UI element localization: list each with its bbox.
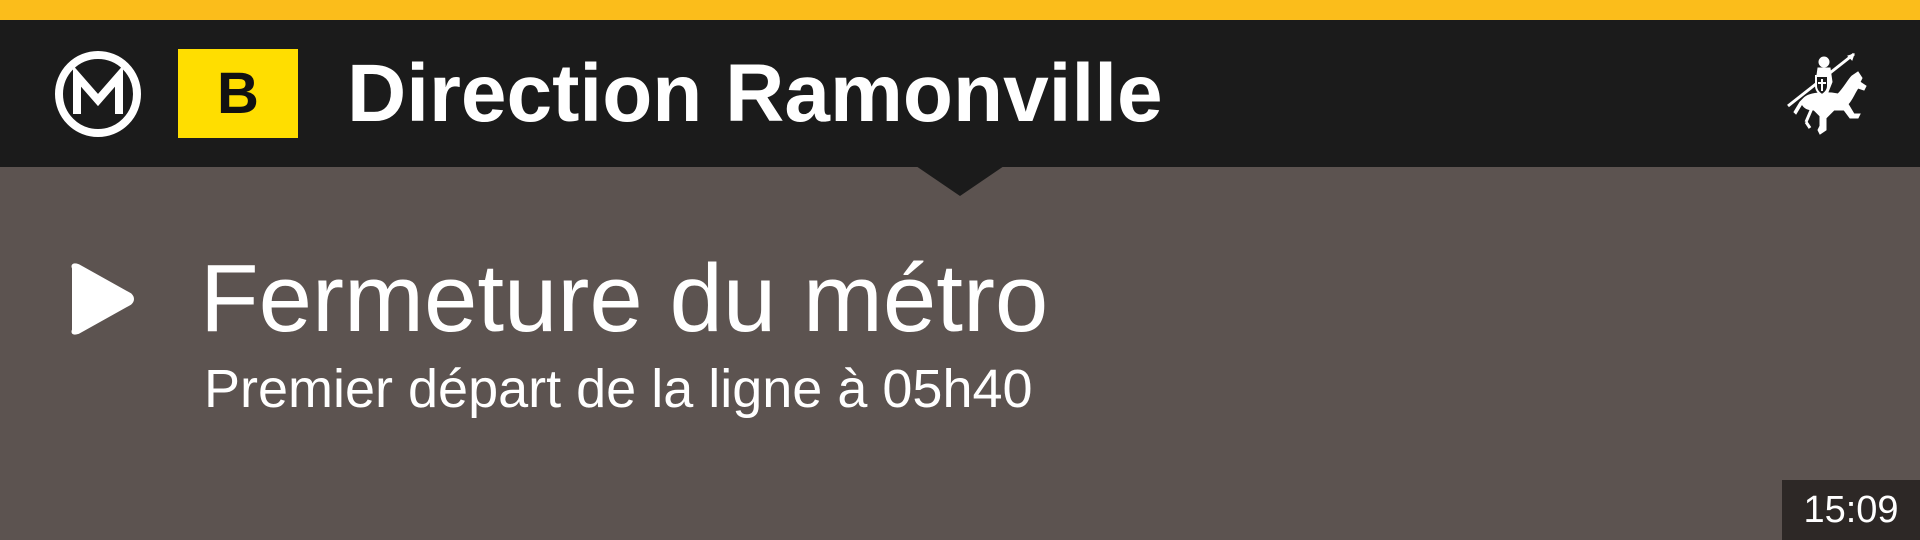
direction-title: Direction Ramonville [347, 48, 1163, 139]
station-display: B Direction Ramonville Fermeture du métr… [0, 0, 1920, 540]
play-icon [71, 263, 134, 335]
message-subtitle: Premier départ de la ligne à 05h40 [204, 359, 1033, 419]
accent-bar [0, 0, 1920, 20]
line-badge: B [178, 49, 298, 138]
knight-on-horse-icon [1787, 52, 1867, 135]
header-bar: B Direction Ramonville [0, 20, 1920, 167]
message-title: Fermeture du métro [200, 245, 1049, 352]
metro-m-icon [55, 51, 141, 137]
clock: 15:09 [1782, 480, 1920, 540]
